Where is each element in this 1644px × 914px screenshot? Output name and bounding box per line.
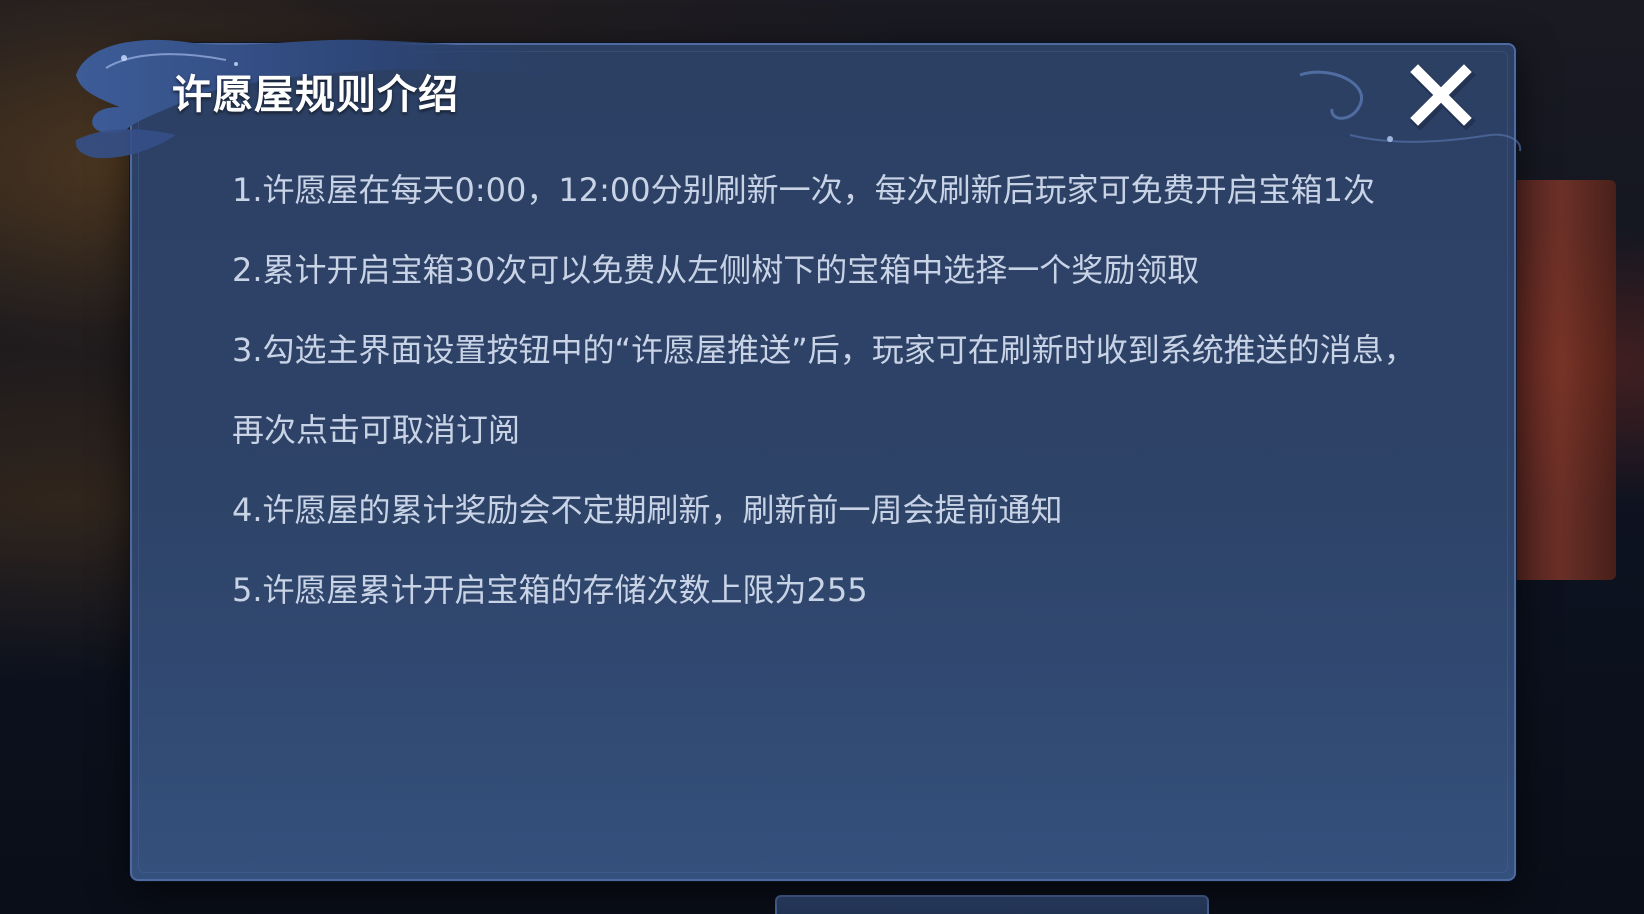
background-chest bbox=[1500, 180, 1616, 580]
game-screen: 许愿屋规则介绍 1.许愿屋在每天0:00，12:00分别刷新一次，每次刷新后玩家… bbox=[0, 0, 1644, 914]
background-bottom-tab bbox=[775, 895, 1209, 914]
close-button[interactable] bbox=[1406, 60, 1476, 130]
rule-item: 5.许愿屋累计开启宝箱的存储次数上限为255 bbox=[232, 571, 868, 609]
dialog-title: 许愿屋规则介绍 bbox=[172, 72, 459, 118]
rule-item: 1.许愿屋在每天0:00，12:00分别刷新一次，每次刷新后玩家可免费开启宝箱1… bbox=[232, 171, 1375, 209]
rule-item: 4.许愿屋的累计奖励会不定期刷新，刷新前一周会提前通知 bbox=[232, 491, 1063, 529]
rule-item: 3.勾选主界面设置按钮中的“许愿屋推送”后，玩家可在刷新时收到系统推送的消息，再… bbox=[232, 331, 1416, 449]
rules-list: 1.许愿屋在每天0:00，12:00分别刷新一次，每次刷新后玩家可免费开启宝箱1… bbox=[232, 150, 1422, 630]
rule-item: 2.累计开启宝箱30次可以免费从左侧树下的宝箱中选择一个奖励领取 bbox=[232, 251, 1200, 289]
close-icon bbox=[1410, 64, 1476, 130]
